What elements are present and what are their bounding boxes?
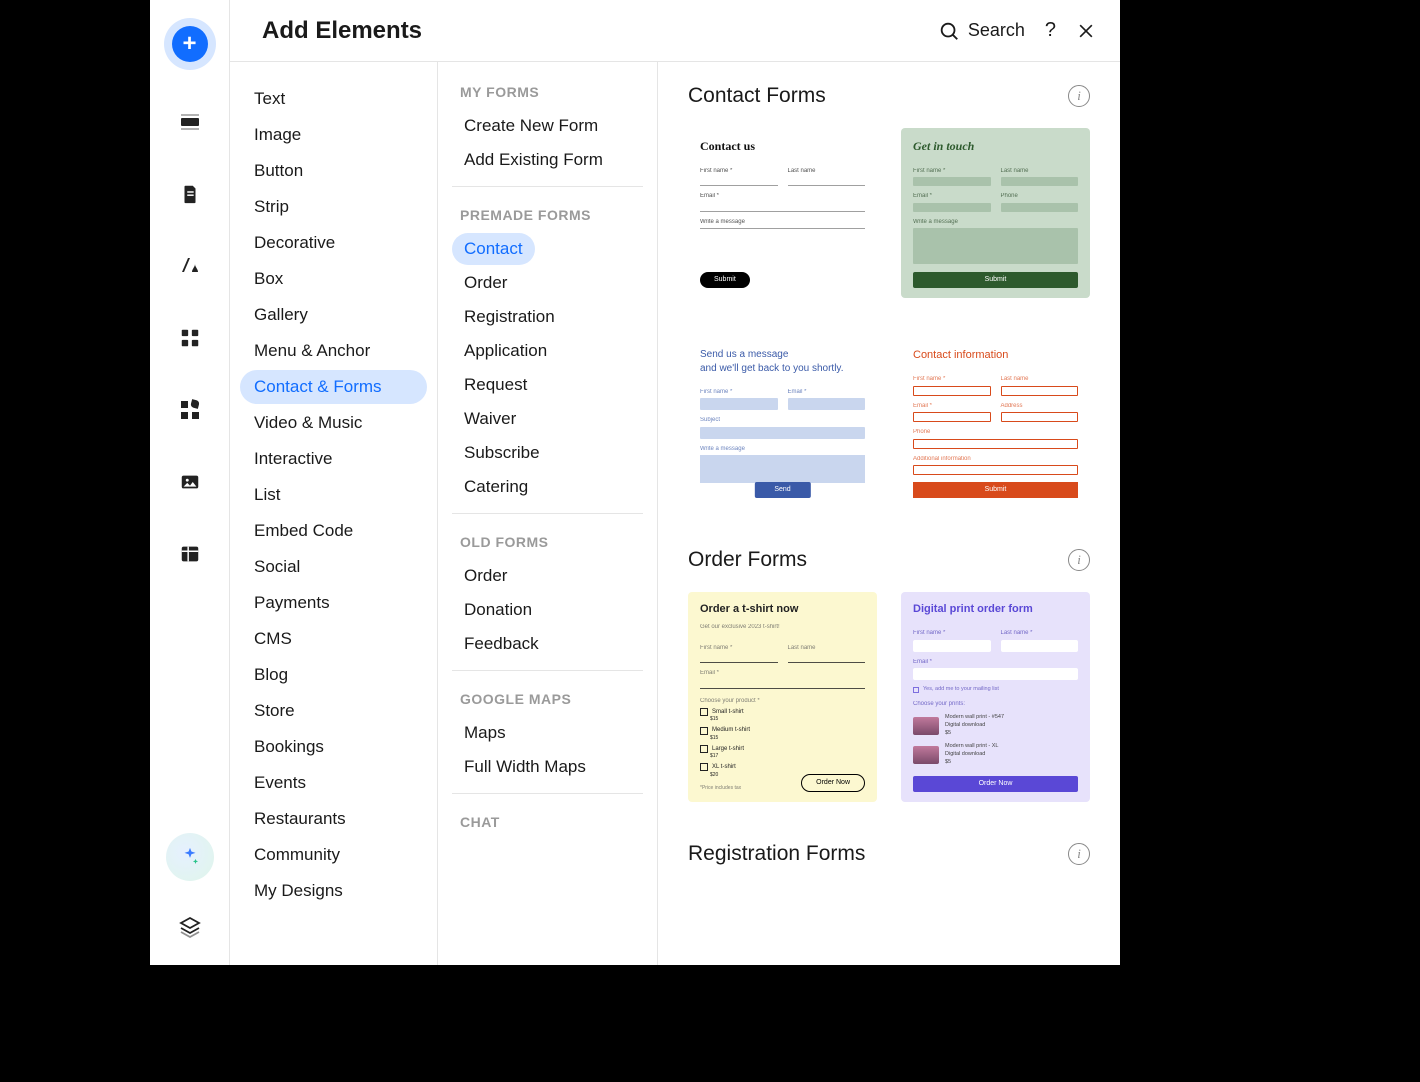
form-preview-digital-print[interactable]: Digital print order form First name * La… — [901, 592, 1090, 802]
category-item[interactable]: Image — [240, 118, 427, 152]
subcategory-item[interactable]: Maps — [452, 717, 643, 749]
left-rail: + — [150, 0, 230, 965]
info-icon[interactable]: i — [1068, 549, 1090, 571]
form-preview-get-in-touch[interactable]: Get in touch First name * Last name Emai… — [901, 128, 1090, 298]
category-item[interactable]: Blog — [240, 658, 427, 692]
category-item[interactable]: Text — [240, 82, 427, 116]
subcategory-item[interactable]: Waiver — [452, 403, 643, 435]
section-title-order-forms: Order Forms — [688, 548, 807, 572]
subcategory-item[interactable]: Registration — [452, 301, 643, 333]
category-item[interactable]: Restaurants — [240, 802, 427, 836]
form-preview-contact-information[interactable]: Contact information First name * Last na… — [901, 338, 1090, 508]
category-item[interactable]: Box — [240, 262, 427, 296]
apps-icon[interactable] — [168, 316, 212, 360]
subcategory-heading: GOOGLE MAPS — [452, 691, 643, 707]
subcategory-heading: PREMADE FORMS — [452, 207, 643, 223]
media-icon[interactable] — [168, 460, 212, 504]
category-item[interactable]: Strip — [240, 190, 427, 224]
subcategory-heading: MY FORMS — [452, 84, 643, 100]
section-title-registration-forms: Registration Forms — [688, 842, 865, 866]
subcategory-item[interactable]: Catering — [452, 471, 643, 503]
add-elements-button[interactable]: + — [164, 18, 216, 70]
form-preview-send-message[interactable]: Send us a messageand we'll get back to y… — [688, 338, 877, 508]
ai-button[interactable] — [166, 833, 214, 881]
category-item[interactable]: List — [240, 478, 427, 512]
layers-icon[interactable] — [168, 905, 212, 949]
preview-panel: Contact Forms i Contact us First name * … — [658, 62, 1120, 965]
category-item[interactable]: Social — [240, 550, 427, 584]
close-button[interactable] — [1076, 21, 1096, 41]
category-item[interactable]: CMS — [240, 622, 427, 656]
panel-title: Add Elements — [262, 17, 422, 45]
subcategory-item[interactable]: Donation — [452, 594, 643, 626]
category-item[interactable]: Decorative — [240, 226, 427, 260]
info-icon[interactable]: i — [1068, 843, 1090, 865]
form-preview-tshirt-order[interactable]: Order a t-shirt now Get our exclusive 20… — [688, 592, 877, 802]
category-item[interactable]: Video & Music — [240, 406, 427, 440]
section-title-contact-forms: Contact Forms — [688, 84, 826, 108]
search-button[interactable]: Search — [938, 20, 1025, 42]
close-icon — [1076, 21, 1096, 41]
category-item[interactable]: Interactive — [240, 442, 427, 476]
subcategory-item[interactable]: Subscribe — [452, 437, 643, 469]
panel-header: Add Elements Search ? — [230, 0, 1120, 62]
subcategory-item[interactable]: Request — [452, 369, 643, 401]
category-item[interactable]: Bookings — [240, 730, 427, 764]
category-item[interactable]: Payments — [240, 586, 427, 620]
cms-icon[interactable] — [168, 532, 212, 576]
subcategory-heading: CHAT — [452, 814, 643, 830]
plugin-icon[interactable] — [168, 388, 212, 432]
help-button[interactable]: ? — [1045, 19, 1056, 42]
category-item[interactable]: Store — [240, 694, 427, 728]
subcategory-item[interactable]: Contact — [452, 233, 535, 265]
search-icon — [938, 20, 960, 42]
category-item[interactable]: Community — [240, 838, 427, 872]
subcategory-item[interactable]: Full Width Maps — [452, 751, 643, 783]
design-icon[interactable] — [168, 244, 212, 288]
subcategory-item[interactable]: Order — [452, 560, 643, 592]
subcategory-heading: OLD FORMS — [452, 534, 643, 550]
category-item[interactable]: My Designs — [240, 874, 427, 908]
form-preview-contact-us[interactable]: Contact us First name * Last name Email … — [688, 128, 877, 298]
category-item[interactable]: Embed Code — [240, 514, 427, 548]
subcategory-list: MY FORMS Create New FormAdd Existing Form… — [438, 62, 658, 965]
category-item[interactable]: Menu & Anchor — [240, 334, 427, 368]
subcategory-item[interactable]: Add Existing Form — [452, 144, 643, 176]
help-icon: ? — [1045, 19, 1056, 42]
subcategory-item[interactable]: Application — [452, 335, 643, 367]
page-icon[interactable] — [168, 172, 212, 216]
category-item[interactable]: Button — [240, 154, 427, 188]
category-item[interactable]: Events — [240, 766, 427, 800]
category-item[interactable]: Gallery — [240, 298, 427, 332]
info-icon[interactable]: i — [1068, 85, 1090, 107]
search-label: Search — [968, 20, 1025, 41]
section-icon[interactable] — [168, 100, 212, 144]
category-list: TextImageButtonStripDecorativeBoxGallery… — [230, 62, 438, 965]
subcategory-item[interactable]: Feedback — [452, 628, 643, 660]
plus-icon: + — [172, 26, 208, 62]
subcategory-item[interactable]: Order — [452, 267, 643, 299]
category-item[interactable]: Contact & Forms — [240, 370, 427, 404]
subcategory-item[interactable]: Create New Form — [452, 110, 643, 142]
